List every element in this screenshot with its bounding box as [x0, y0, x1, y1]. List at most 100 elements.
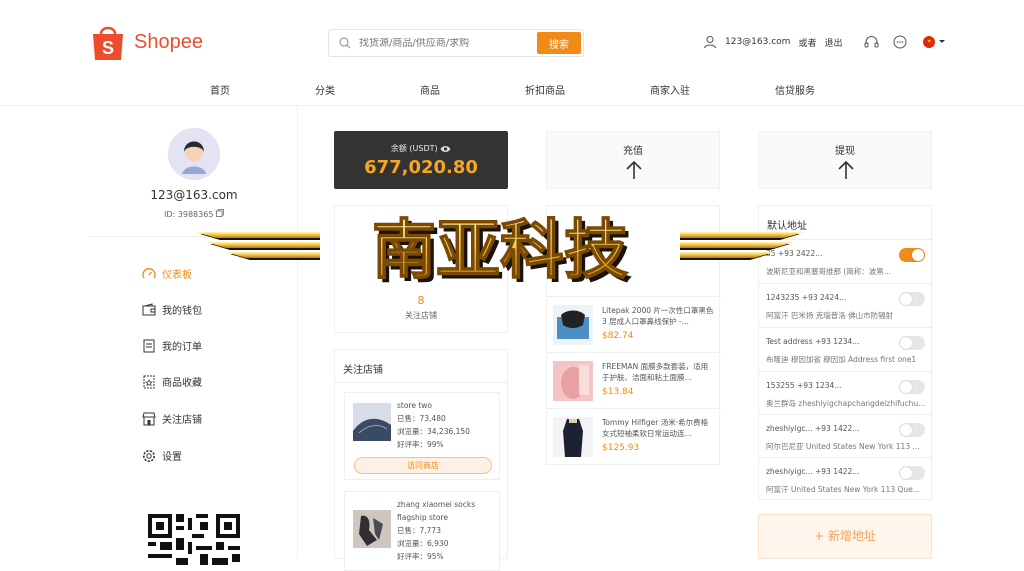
sidebar-label: 我的钱包 — [162, 306, 202, 317]
recharge-button[interactable]: 充值 — [546, 131, 720, 189]
address-row[interactable]: 35 +93 2422... 波斯尼亚和黑塞哥维那 (简称：波黑... — [759, 239, 933, 283]
nav-products[interactable]: 商品 — [420, 82, 440, 97]
brand-name: Shopee — [134, 30, 203, 53]
panel-title: 关注店铺 — [343, 365, 383, 376]
sidebar-label: 商品收藏 — [162, 378, 202, 389]
product-thumbnail — [553, 417, 593, 457]
followed-count: 8 — [417, 294, 425, 307]
orders-icon — [143, 339, 155, 352]
shop-name[interactable]: zhang xiaomei socks flagship store — [397, 498, 497, 524]
shop-name[interactable]: store two — [397, 399, 470, 412]
favorites-icon — [143, 375, 155, 388]
copy-icon[interactable] — [215, 209, 224, 217]
profile-id-label: ID: 3988365 — [164, 210, 214, 219]
address-detail: 阿富汗 巴米扬 克瑙普洛 佛山市防辐射 — [766, 311, 894, 320]
product-item[interactable]: FREEMAN 面膜多款套装，适用于护肤、洁面和粘土面膜... $13.84 — [547, 352, 721, 408]
address-contact: Test address +93 1234... — [766, 337, 860, 346]
address-row[interactable]: 153255 +93 1234... 奥兰群岛 zheshiyigchapcha… — [759, 371, 933, 415]
address-row[interactable]: Test address +93 1234... 布隆迪 穆因加省 穆因加 Ad… — [759, 327, 933, 371]
product-item[interactable]: Tommy Hilfiger 汤米·希尔费格 女式短袖柔软日常运动连... $1… — [547, 408, 721, 464]
default-toggle[interactable] — [899, 248, 925, 262]
address-row[interactable]: 1243235 +93 2424... 阿富汗 巴米扬 克瑙普洛 佛山市防辐射 — [759, 283, 933, 327]
followed-label: 关注店铺 — [405, 311, 437, 320]
dashboard-icon — [142, 267, 156, 278]
address-contact: zheshiyigc... +93 1422... — [766, 424, 860, 433]
sidebar-item-wallet[interactable]: 我的钱包 — [142, 302, 202, 317]
panel-title: 默认地址 — [767, 221, 807, 232]
address-contact: 1243235 +93 2424... — [766, 293, 847, 302]
balance-card[interactable]: 余额 (USDT) 677,020.80 — [334, 131, 508, 189]
arrow-up-icon — [838, 160, 854, 179]
search-input[interactable] — [359, 37, 529, 49]
profile-id: ID: 3988365 — [90, 209, 298, 219]
product-item[interactable]: Litepak 2000 片一次性口罩黑色 3 层成人口罩鼻线保护 -... $… — [547, 296, 721, 352]
headset-icon[interactable] — [864, 35, 879, 49]
product-name: FREEMAN 面膜多款套装，适用于护肤、洁面和粘土面膜... — [602, 362, 709, 382]
sidebar-label: 设置 — [162, 452, 182, 463]
eye-icon[interactable] — [440, 145, 451, 153]
nav-home[interactable]: 首页 — [210, 82, 230, 97]
sidebar-item-favorites[interactable]: 商品收藏 — [142, 374, 202, 389]
or-label: 或者 — [798, 38, 817, 49]
sidebar: 123@163.com ID: 3988365 仪表板 我的钱包 我的订单 商品… — [90, 106, 298, 565]
logout-link[interactable]: 退出 — [824, 36, 842, 49]
user-icon[interactable] — [703, 35, 717, 49]
gear-icon — [143, 449, 155, 462]
shop-card[interactable]: store two 已售：73,480 浏览量：34,236,150 好评率：9… — [344, 392, 500, 480]
sidebar-label: 我的订单 — [162, 342, 202, 353]
nav-category[interactable]: 分类 — [315, 82, 335, 97]
address-row[interactable]: zheshiyigc... +93 1422... 阿尔巴尼亚 United S… — [759, 414, 933, 458]
svg-text:★: ★ — [927, 39, 932, 45]
address-detail: 奥兰群岛 zheshiyigchapchangdeizhifuchu... — [766, 399, 926, 408]
balance-value: 677,020.80 — [364, 157, 478, 178]
visit-shop-button[interactable]: 访问商店 — [354, 457, 492, 474]
user-email[interactable]: 123@163.com — [725, 37, 790, 47]
balance-label: 余额 (USDT) — [334, 143, 508, 154]
china-flag-icon[interactable]: ★ — [923, 36, 936, 48]
address-row[interactable]: zheshiyigc... +93 1422... 阿富汗 United Sta… — [759, 457, 933, 501]
sidebar-label: 关注店铺 — [162, 415, 202, 426]
shop-views: 浏览量：34,236,150 — [397, 427, 470, 436]
followed-shops-stat[interactable]: 8 关注店铺 — [334, 205, 508, 333]
profile-email: 123@163.com — [150, 188, 238, 202]
shop-thumbnail — [353, 403, 391, 441]
search-bar: 搜索 — [328, 29, 584, 57]
svg-text:S: S — [102, 38, 114, 58]
address-contact: zheshiyigc... +93 1422... — [766, 467, 860, 476]
followed-shops-panel: 关注店铺 store two 已售：73,480 浏览量：34,236,150 … — [334, 349, 508, 571]
address-detail: 阿尔巴尼亚 United States New York 113 ... — [766, 442, 920, 451]
search-button[interactable]: 搜索 — [537, 32, 581, 54]
withdraw-button[interactable]: 提现 — [758, 131, 932, 189]
product-thumbnail — [553, 361, 593, 401]
nav-discount[interactable]: 折扣商品 — [525, 82, 565, 97]
sidebar-item-settings[interactable]: 设置 — [142, 448, 182, 463]
nav-credit[interactable]: 信贷服务 — [775, 82, 815, 97]
shop-rating: 好评率：95% — [397, 552, 444, 561]
nav-merchant[interactable]: 商家入驻 — [650, 82, 690, 97]
default-toggle[interactable] — [899, 336, 925, 350]
shop-card[interactable]: zhang xiaomei socks flagship store 已售：7,… — [344, 491, 500, 571]
avatar[interactable] — [168, 128, 220, 180]
sidebar-item-dashboard[interactable]: 仪表板 — [142, 266, 192, 281]
address-detail: 波斯尼亚和黑塞哥维那 (简称：波黑... — [766, 267, 891, 276]
chevron-down-icon[interactable] — [938, 39, 946, 45]
default-toggle[interactable] — [899, 292, 925, 306]
logo[interactable]: S Shopee — [90, 22, 203, 62]
address-contact: 35 +93 2422... — [766, 249, 823, 258]
divider — [335, 382, 507, 383]
add-address-button[interactable]: + 新增地址 — [758, 514, 932, 559]
sidebar-item-orders[interactable]: 我的订单 — [142, 338, 202, 353]
product-thumbnail — [553, 305, 593, 345]
address-panel: 默认地址 35 +93 2422... 波斯尼亚和黑塞哥维那 (简称：波黑...… — [758, 205, 933, 501]
product-name: Tommy Hilfiger 汤米·希尔费格 女式短袖柔软日常运动连... — [602, 418, 709, 438]
arrow-up-icon — [626, 160, 642, 179]
product-price: $125.93 — [602, 443, 640, 453]
default-toggle[interactable] — [899, 466, 925, 480]
main-nav: 首页 分类 商品 折扣商品 商家入驻 信贷服务 — [0, 82, 1024, 100]
shop-icon — [142, 412, 156, 425]
sidebar-item-followed-shops[interactable]: 关注店铺 — [142, 411, 202, 426]
chat-icon[interactable] — [893, 35, 907, 49]
shop-sold: 已售：7,773 — [397, 526, 441, 535]
default-toggle[interactable] — [899, 423, 925, 437]
default-toggle[interactable] — [899, 380, 925, 394]
